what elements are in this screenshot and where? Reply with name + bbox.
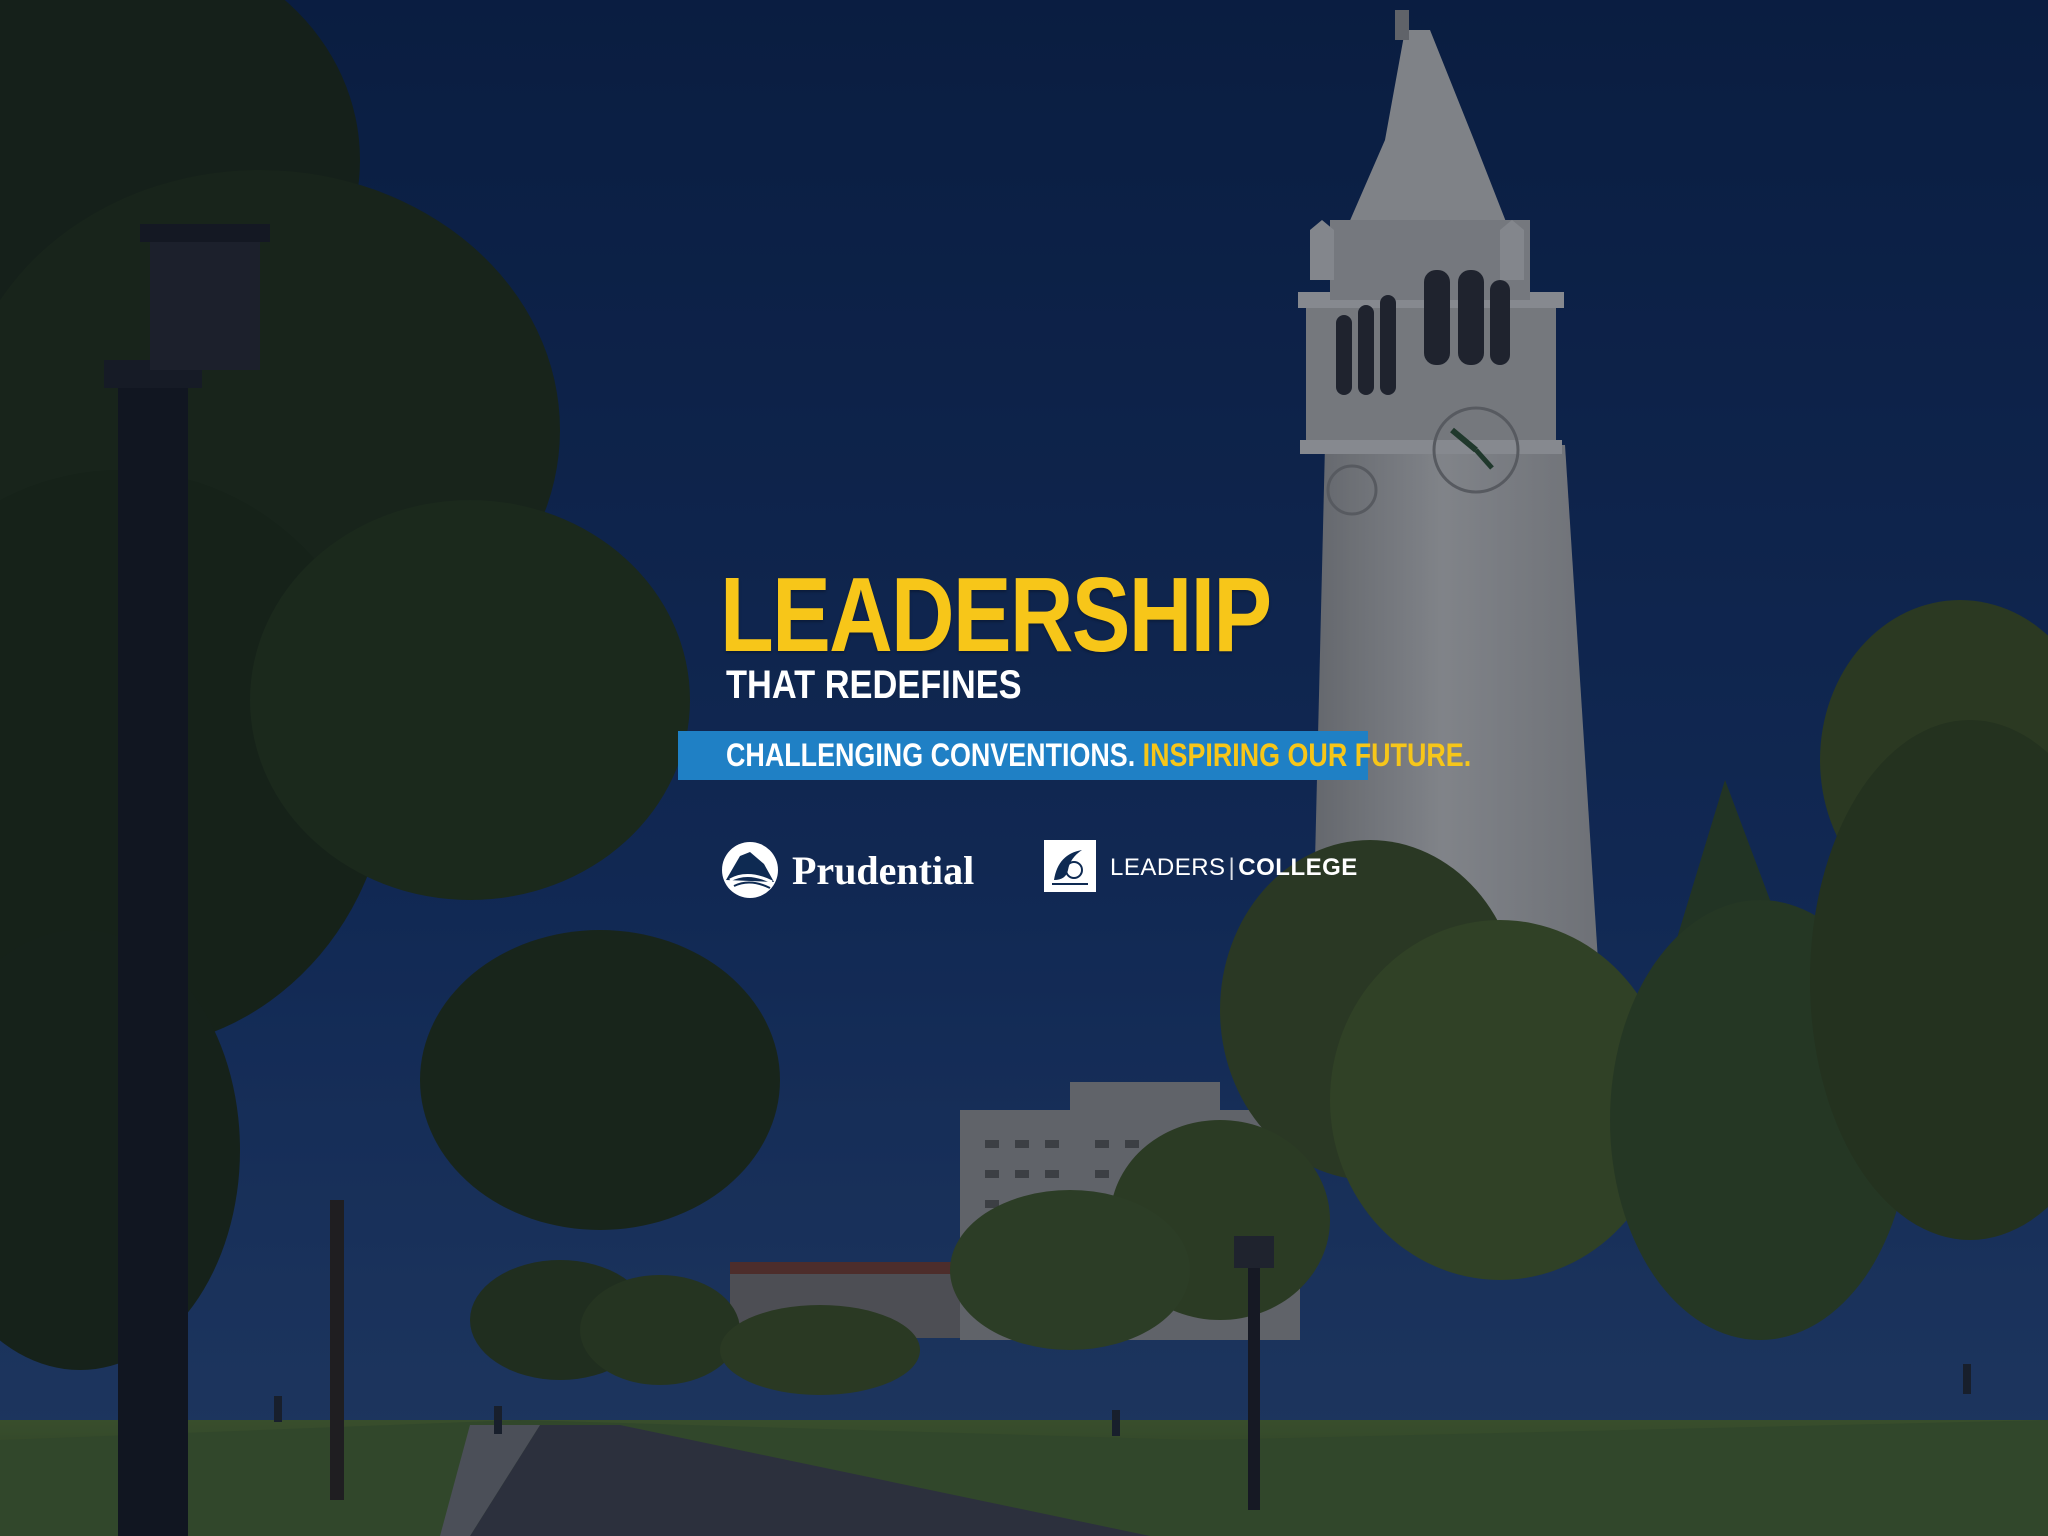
- tagline-text: CHALLENGING CONVENTIONS. INSPIRING OUR F…: [726, 737, 1471, 774]
- leaders-college-logo: LEADERS | COLLEGE: [1042, 840, 1357, 896]
- college-word: COLLEGE: [1238, 854, 1358, 881]
- prudential-wordmark: Prudential: [792, 848, 975, 893]
- logo-separator: |: [1228, 854, 1236, 881]
- prudential-logo: Prudential: [716, 838, 976, 900]
- leaders-college-emblem-icon: [1044, 840, 1096, 892]
- leaders-college-wordmark: LEADERS | COLLEGE: [1110, 854, 1358, 882]
- rock-icon: [722, 842, 778, 898]
- campus-hero: LEADERSHIP THAT REDEFINES CHALLENGING CO…: [0, 0, 2048, 1536]
- headline: LEADERSHIP: [720, 556, 1272, 674]
- tagline-part-2: INSPIRING OUR FUTURE.: [1142, 737, 1472, 773]
- subhead: THAT REDEFINES: [726, 663, 1022, 707]
- tagline-part-1: CHALLENGING CONVENTIONS.: [726, 737, 1136, 773]
- tagline-banner: CHALLENGING CONVENTIONS. INSPIRING OUR F…: [678, 731, 1471, 780]
- leaders-word: LEADERS: [1110, 854, 1226, 881]
